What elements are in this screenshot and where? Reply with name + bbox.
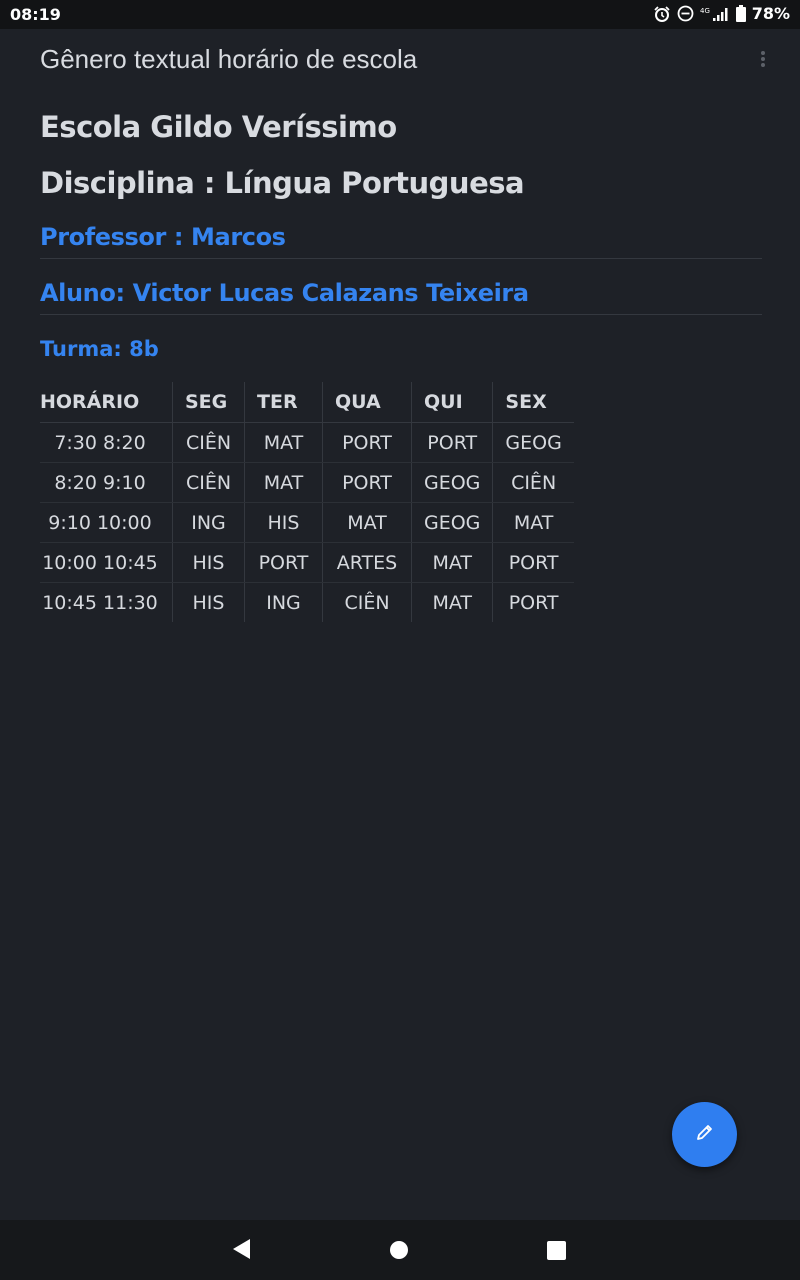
table-cell: CIÊN: [172, 462, 245, 503]
column-header-fri: SEX: [492, 382, 574, 423]
teacher-heading: Professor : Marcos: [40, 223, 286, 251]
column-header-tue: TER: [244, 382, 323, 423]
status-time: 08:19: [10, 5, 61, 24]
table-cell: GEOG: [411, 502, 494, 543]
table-cell: HIS: [172, 542, 245, 583]
more-options-icon[interactable]: [756, 49, 770, 71]
table-cell: CIÊN: [492, 462, 574, 503]
table-row: 10:45 11:30 HIS ING CIÊN MAT PORT: [40, 582, 574, 622]
table-cell: HIS: [172, 582, 245, 622]
recents-icon[interactable]: [547, 1241, 566, 1265]
status-icons: 4G 78%: [653, 4, 790, 23]
back-icon[interactable]: [231, 1238, 251, 1265]
table-cell: MAT: [322, 502, 412, 543]
table-cell: CIÊN: [322, 582, 412, 622]
column-header-wed: QUA: [322, 382, 412, 423]
table-header-row: HORÁRIO SEG TER QUA QUI SEX: [40, 382, 574, 423]
divider: [40, 314, 762, 315]
table-cell: GEOG: [411, 462, 494, 503]
table-cell: PORT: [322, 462, 412, 503]
column-header-time: HORÁRIO: [40, 382, 173, 423]
time-cell: 10:45 11:30: [40, 582, 173, 622]
status-bar: 08:19 4G 78%: [0, 0, 800, 29]
table-row: 10:00 10:45 HIS PORT ARTES MAT PORT: [40, 542, 574, 583]
table-cell: ARTES: [322, 542, 412, 583]
table-cell: MAT: [411, 542, 494, 583]
discipline-heading: Disciplina : Língua Portuguesa: [40, 166, 525, 200]
edit-button[interactable]: [672, 1102, 737, 1167]
table-cell: MAT: [411, 582, 494, 622]
table-cell: MAT: [244, 422, 323, 463]
table-cell: HIS: [244, 502, 323, 543]
schedule-table: HORÁRIO SEG TER QUA QUI SEX 7:30 8:20 CI…: [40, 382, 574, 622]
time-cell: 9:10 10:00: [40, 502, 173, 543]
table-cell: PORT: [508, 591, 559, 614]
table-cell: ING: [172, 502, 245, 543]
table-row: 8:20 9:10 CIÊN MAT PORT GEOG CIÊN: [40, 462, 574, 503]
table-cell: PORT: [492, 542, 574, 583]
table-row: 7:30 8:20 CIÊN MAT PORT PORT GEOG: [40, 422, 574, 463]
school-heading: Escola Gildo Veríssimo: [40, 110, 397, 144]
time-cell: 8:20 9:10: [40, 462, 173, 503]
class-heading: Turma: 8b: [40, 337, 159, 361]
battery-percent: 78%: [751, 4, 790, 23]
signal-icon: 4G: [700, 6, 730, 22]
table-cell: GEOG: [492, 422, 574, 463]
network-type: 4G: [700, 7, 710, 15]
table-cell: ING: [244, 582, 323, 622]
table-cell: CIÊN: [172, 422, 245, 463]
pencil-icon: [694, 1121, 716, 1148]
table-cell: PORT: [244, 542, 323, 583]
time-cell: 7:30 8:20: [40, 422, 173, 463]
do-not-disturb-icon: [677, 5, 694, 22]
alarm-icon: [653, 5, 671, 23]
navigation-bar: [0, 1220, 800, 1280]
battery-icon: [735, 5, 746, 22]
column-header-mon: SEG: [172, 382, 245, 423]
time-cell: 10:00 10:45: [40, 542, 173, 583]
table-cell: PORT: [411, 422, 494, 463]
home-icon[interactable]: [389, 1240, 409, 1265]
divider: [40, 258, 762, 259]
table-cell: PORT: [322, 422, 412, 463]
app-bar: Gênero textual horário de escola: [0, 29, 800, 91]
column-header-thu: QUI: [411, 382, 494, 423]
table-row: 9:10 10:00 ING HIS MAT GEOG MAT: [40, 502, 574, 543]
student-heading: Aluno: Victor Lucas Calazans Teixeira: [40, 279, 529, 307]
table-cell: MAT: [492, 502, 574, 543]
table-cell: MAT: [244, 462, 323, 503]
page-title: Gênero textual horário de escola: [40, 44, 418, 74]
